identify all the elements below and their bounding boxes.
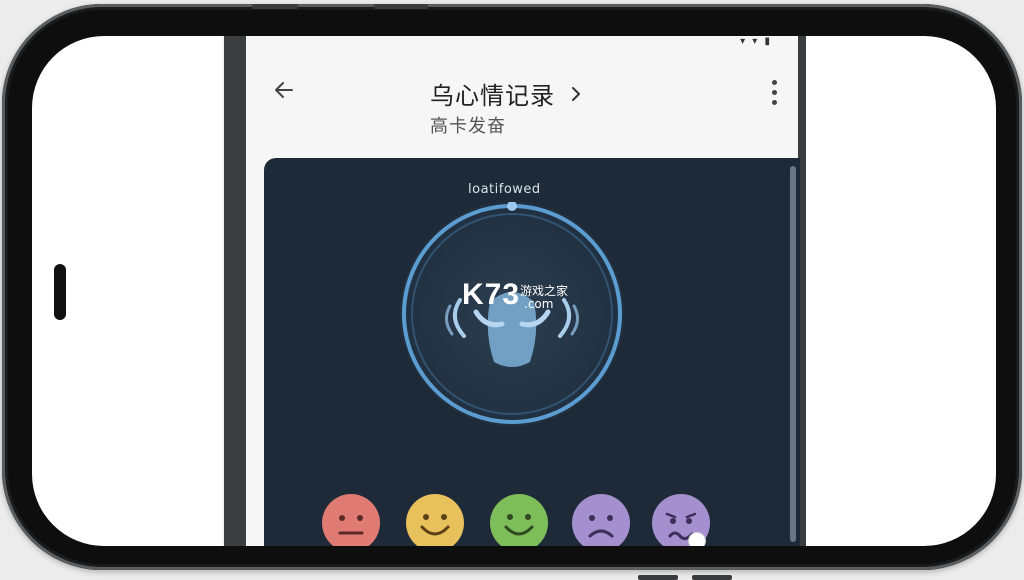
phone-frame: ▾ ▾ ▮ 乌心情记录 高卡发奋 loatifowed K73 游戏之家 .co…: [2, 4, 1022, 580]
mood-app: ▾ ▾ ▮ 乌心情记录 高卡发奋 loatifowed K73 游戏之家 .co…: [246, 36, 800, 546]
watermark-logo: K73: [462, 278, 521, 311]
watermark-domain: .com: [524, 297, 554, 311]
mood-sad-face-icon[interactable]: [572, 494, 630, 546]
mood-smile-face-icon[interactable]: [490, 494, 548, 546]
orb-label: loatifowed: [468, 182, 541, 197]
phone-screen: ▾ ▾ ▮ 乌心情记录 高卡发奋 loatifowed K73 游戏之家 .co…: [32, 36, 996, 546]
header-title-group[interactable]: 乌心情记录: [430, 76, 582, 111]
speaker-slot: [54, 264, 66, 320]
mood-orb[interactable]: [400, 202, 624, 426]
orb-ring: [402, 202, 622, 424]
mood-card: loatifowed K73 游戏之家 .com: [264, 158, 800, 546]
silent-switch: [252, 4, 298, 9]
selection-indicator: [688, 532, 706, 546]
page-subtitle: 高卡发奋: [430, 116, 506, 137]
scrollbar[interactable]: [790, 166, 796, 542]
mood-happy-face-icon[interactable]: [406, 494, 464, 546]
mood-picker: [322, 494, 722, 546]
mood-neutral-face-icon[interactable]: [322, 494, 380, 546]
volume-up-button: [374, 4, 428, 9]
status-bar-icons: ▾ ▾ ▮: [740, 36, 772, 47]
arrow-left-icon[interactable]: [272, 78, 296, 102]
more-vert-icon[interactable]: [770, 80, 778, 108]
chevron-right-icon: [570, 83, 582, 107]
page-title: 乌心情记录: [430, 82, 555, 110]
app-frame-left: [224, 36, 246, 546]
watermark: K73 游戏之家 .com: [462, 278, 568, 312]
